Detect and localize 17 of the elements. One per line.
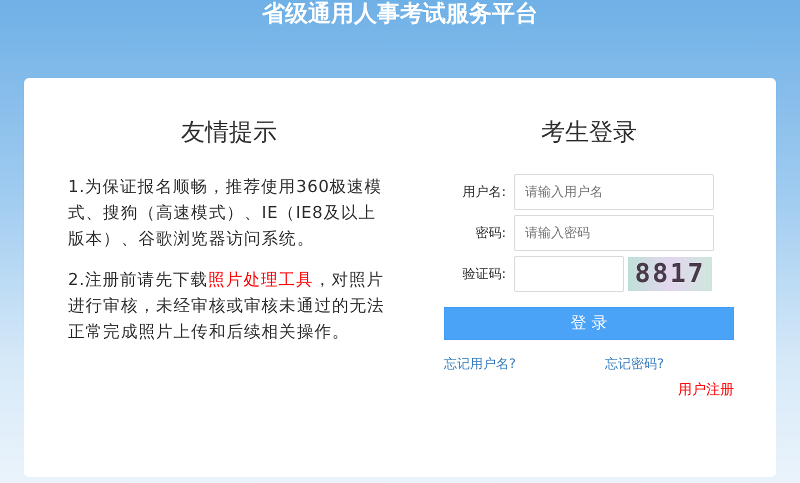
captcha-image[interactable]: 8817 [628, 257, 712, 291]
download-link[interactable]: 照片处理工具 [208, 270, 314, 289]
field-label: 用户名: [462, 184, 506, 201]
notice-title: 友情提示 [181, 117, 277, 148]
field-label: 密码: [474, 225, 506, 242]
register-link[interactable]: 用户注册 [678, 381, 734, 399]
login-title: 考生登录 [541, 117, 637, 148]
login-button[interactable]: 登 录 [444, 307, 734, 340]
captcha-field[interactable] [514, 256, 624, 292]
forgot-link[interactable]: 忘记密码? [605, 355, 664, 373]
notice-paragraph: 1.为保证报名顺畅，推荐使用360极速模式、搜狗（高速模式）、IE（IE8及以上版本）、谷歌浏览器访问系统。 [68, 176, 384, 250]
forgot-link[interactable]: 忘记用户名? [444, 355, 516, 373]
page-title: 省级通用人事考试服务平台 [262, 0, 538, 28]
password-field[interactable]: 请输入密码 [514, 215, 714, 251]
username-field[interactable]: 请输入用户名 [514, 174, 714, 210]
notice-paragraph: 2.注册前请先下载照片处理工具，对照片进行审核，未经审核或审核未通过的无法正常完成照片上传和后续相关操作。 [68, 269, 386, 343]
field-label: 验证码: [462, 266, 506, 283]
